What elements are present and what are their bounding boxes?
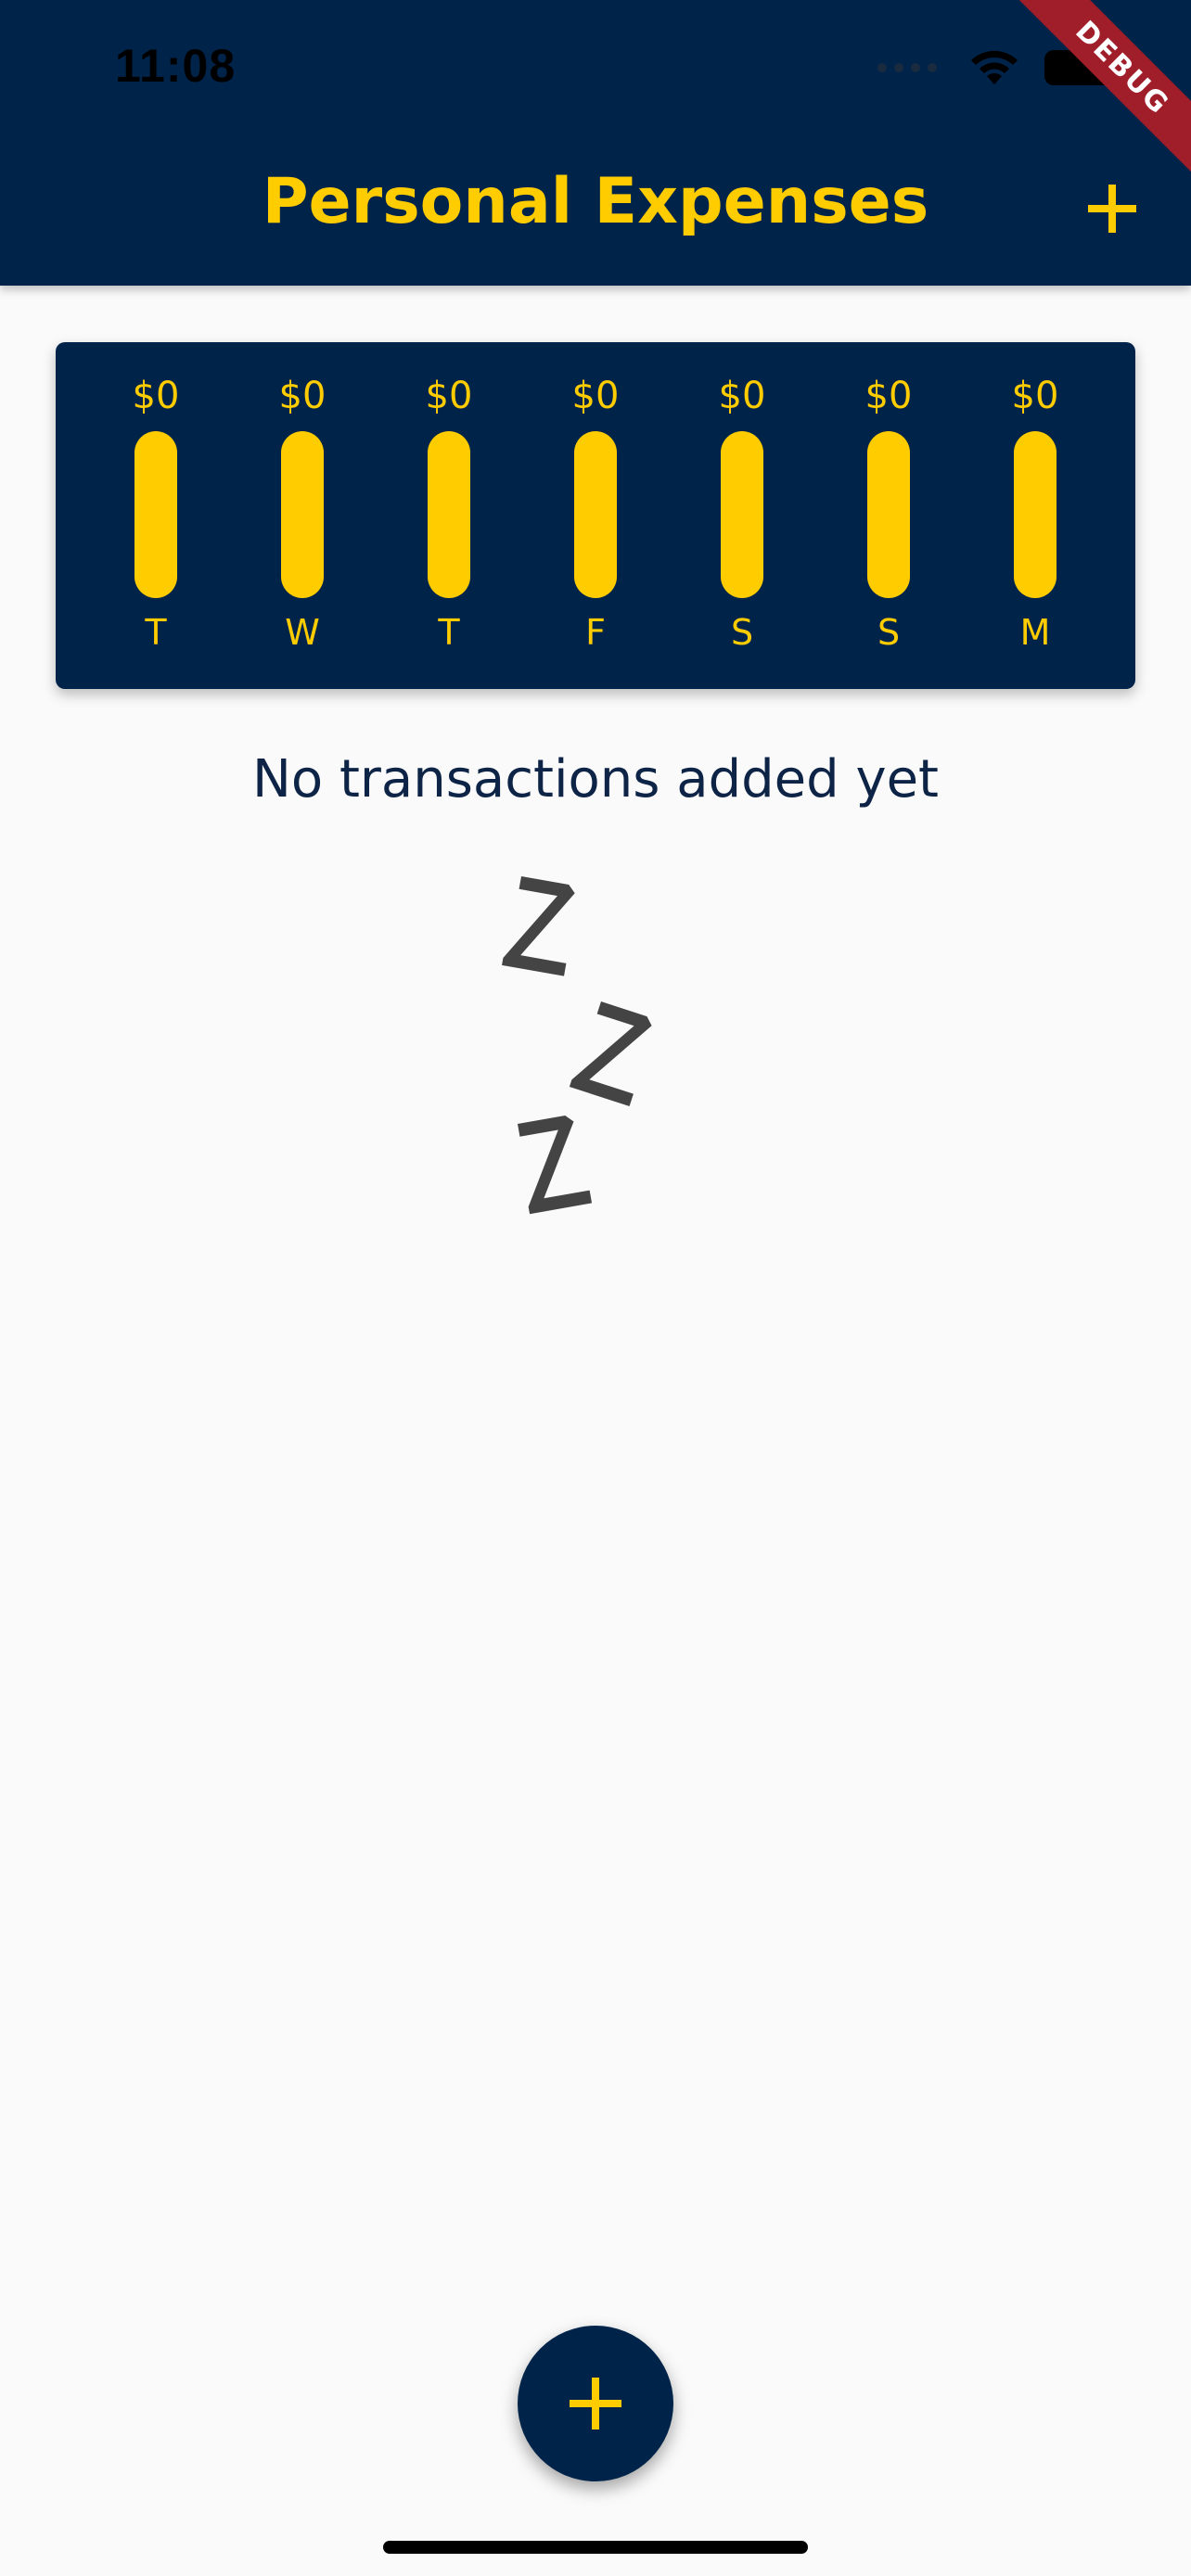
spending-bar bbox=[721, 431, 763, 598]
home-indicator[interactable] bbox=[383, 2541, 808, 2554]
app-screen: 11:08 DEBUG Personal Expenses $0 T $0 W $0 T $… bbox=[0, 0, 1191, 2576]
empty-state-message: No transactions added yet bbox=[251, 749, 940, 810]
spending-bar bbox=[428, 431, 470, 598]
chart-bar-column: $0 S bbox=[838, 342, 940, 689]
bar-day-label: S bbox=[730, 612, 754, 653]
cellular-signal-icon bbox=[877, 63, 937, 72]
bar-amount-label: $0 bbox=[1011, 375, 1059, 417]
page-title: Personal Expenses bbox=[262, 165, 929, 238]
wifi-icon bbox=[971, 50, 1018, 84]
bar-amount-label: $0 bbox=[718, 375, 766, 417]
plus-icon bbox=[570, 2378, 621, 2429]
bar-day-label: W bbox=[285, 612, 320, 653]
bar-day-label: S bbox=[877, 612, 901, 653]
chart-bar-column: $0 T bbox=[105, 342, 207, 689]
bar-amount-label: $0 bbox=[864, 375, 913, 417]
status-time: 11:08 bbox=[115, 40, 237, 92]
sleeping-zzz-image bbox=[502, 876, 652, 1215]
plus-icon bbox=[1088, 185, 1136, 233]
chart-bar-column: $0 M bbox=[984, 342, 1086, 689]
spending-bar bbox=[134, 431, 177, 598]
debug-banner: DEBUG bbox=[999, 0, 1191, 191]
spending-bar bbox=[281, 431, 324, 598]
bar-day-label: M bbox=[1019, 612, 1051, 653]
bar-day-label: F bbox=[585, 612, 606, 653]
weekly-spending-chart: $0 T $0 W $0 T $0 F $0 S $0 S $0 M bbox=[56, 342, 1135, 689]
bar-amount-label: $0 bbox=[425, 375, 473, 417]
add-transaction-fab[interactable] bbox=[518, 2326, 673, 2481]
chart-bar-column: $0 T bbox=[398, 342, 500, 689]
chart-bar-column: $0 S bbox=[691, 342, 793, 689]
bar-day-label: T bbox=[438, 612, 460, 653]
chart-bar-column: $0 W bbox=[251, 342, 353, 689]
bar-amount-label: $0 bbox=[571, 375, 620, 417]
chart-bar-column: $0 F bbox=[544, 342, 647, 689]
bar-amount-label: $0 bbox=[278, 375, 327, 417]
add-transaction-button[interactable] bbox=[1070, 167, 1154, 250]
spending-bar bbox=[1014, 431, 1057, 598]
bar-day-label: T bbox=[145, 612, 167, 653]
spending-bar bbox=[574, 431, 617, 598]
bar-amount-label: $0 bbox=[132, 375, 180, 417]
spending-bar bbox=[867, 431, 910, 598]
app-bar: 11:08 DEBUG Personal Expenses bbox=[0, 0, 1191, 286]
